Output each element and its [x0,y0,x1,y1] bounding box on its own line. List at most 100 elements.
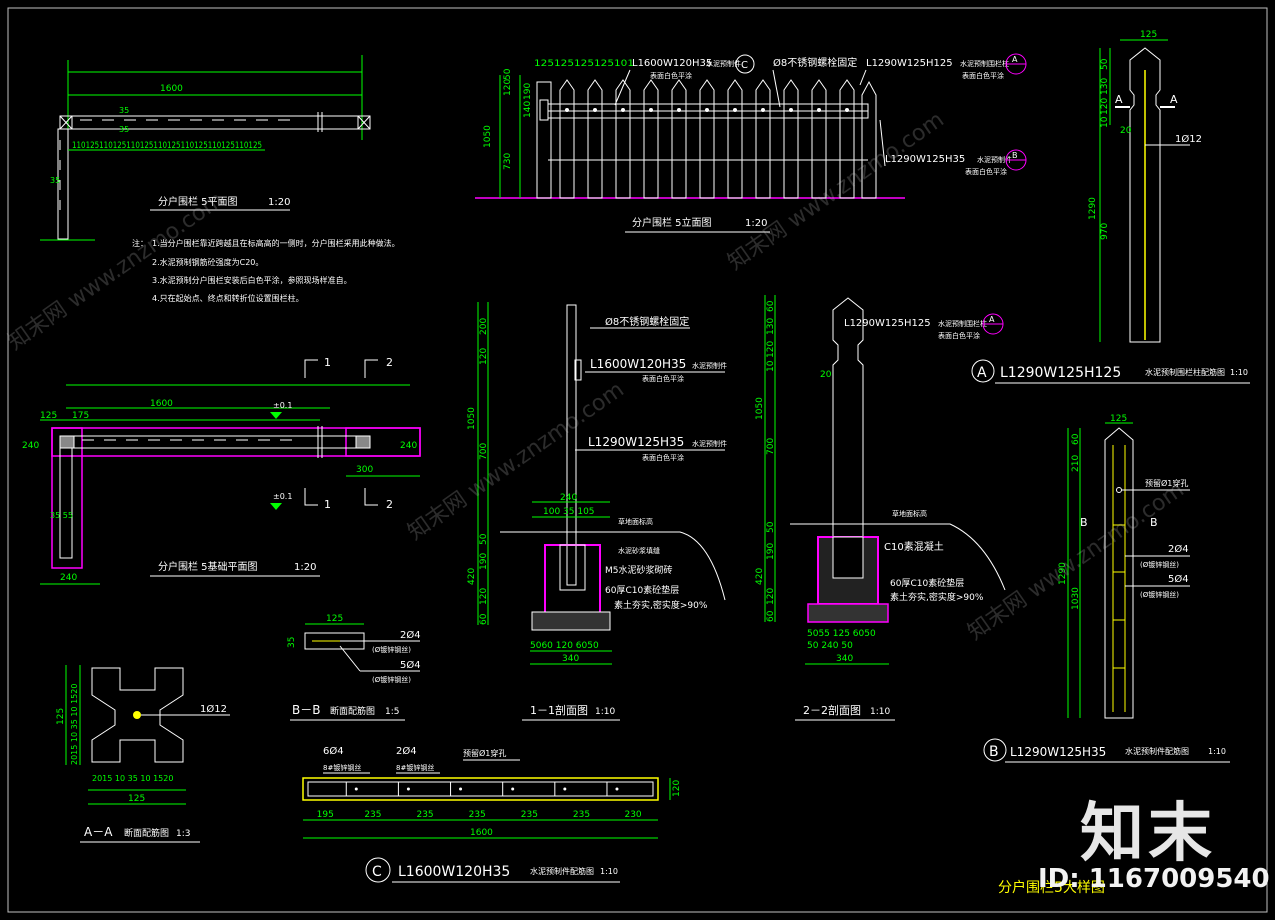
aa-dim-125-left: 125 [56,708,66,725]
fp-sec1-top: 1 [324,356,331,369]
post-dim-50: 50 [1100,58,1110,70]
elev-dim-50: 50 [503,68,513,80]
elev-dim-190: 190 [523,83,533,100]
s1-dim-190: 190 [479,553,489,570]
s1-dim-120: 120 [479,348,489,365]
elev-callout-rail-circle: C [741,60,748,71]
rail-hole-dot [354,787,358,791]
aa-title-sub: 断面配筋图 [124,827,169,839]
picket-rebar2-sub: (Ø镀锌钢丝) [1140,590,1179,599]
rail-hole-dot [615,787,619,791]
post-dim-1290: 1290 [1088,197,1098,220]
s2-dim-50: 50 [766,521,776,533]
s2-post-sub: 水泥预制围栏柱 [938,319,987,328]
rail-dim-1600: 1600 [470,828,493,838]
post-scale: 1:10 [1230,368,1248,377]
elev-dim-140: 140 [523,101,533,118]
elev-callout-rail: L1600W120H35 [632,58,712,69]
s2-dim-10: 10 [766,360,776,372]
fp-level-a: ±0.1 [273,401,292,410]
rail-scale: 1:10 [600,867,618,876]
rail-title-sub: 水泥预制件配筋图 [530,866,594,876]
post-dim-20: 20 [1120,126,1132,136]
fp-dim-300: 300 [356,465,373,475]
picket-rebar1: 2Ø4 [1168,543,1189,555]
note-1: 1.当分户围栏靠近跨越且在标高高的一侧时，分户围栏采用此种做法。 [152,238,400,248]
s2-post-circle: A [989,315,995,324]
bb-title: B－B [292,703,320,717]
plan-scale: 1:20 [268,197,290,208]
watermark-id: ID: 1167009540 [1038,864,1270,894]
rail-segment-dim: 235 [469,810,486,820]
picket-rebar2: 5Ø4 [1168,573,1189,585]
fp-dim-175: 175 [72,411,89,421]
s2-dim-700: 700 [766,438,776,455]
post-title-circle: A [977,365,987,381]
rail-label-2d4: 2Ø4 [396,745,417,757]
rail-title: L1600W120H35 [398,864,510,880]
s2-dim-20: 20 [820,370,832,380]
s1-dim-120b: 120 [479,588,489,605]
rail-label-6d4: 6Ø4 [323,745,344,757]
s2-dim-60: 60 [766,300,776,312]
s1-scale: 1:10 [595,707,615,717]
s1-dim-340: 340 [562,654,579,664]
s2-dim-130: 130 [766,318,776,335]
bb-rebar1: 2Ø4 [400,629,421,641]
post-title: L1290W125H125 [1000,365,1121,381]
note-3: 3.水泥预制分户围栏安装后白色平涂，参照现场样准自。 [152,275,352,285]
post-sec-a-left: A [1115,93,1123,106]
rail-hole-dot [406,787,410,791]
elev-callout-bolt: Ø8不锈钢螺栓固定 [773,56,857,69]
elev-callout-post-note: 表面白色平涂 [962,71,1004,80]
aa-left-dims: 2015 10 35 10 1520 [70,684,79,765]
rail-segment-dim: 235 [573,810,590,820]
s2-soil: 素土夯实,密实度>90% [890,591,984,603]
bb-dim-125: 125 [326,614,343,624]
s1-dim-60: 60 [479,613,489,625]
rail-dim-120: 120 [672,780,682,797]
s1-dim-420: 420 [467,568,477,585]
fp-dim-125: 125 [40,411,57,421]
bb-dim-35: 35 [287,637,297,648]
elev-dim-730: 730 [503,153,513,170]
s2-scale: 1:10 [870,707,890,717]
aa-rebar: 1Ø12 [200,703,227,715]
fp-scale: 1:20 [294,562,316,573]
s2-dim-420: 420 [755,568,765,585]
picket-scale: 1:10 [1208,747,1226,756]
s1-dim-200: 200 [479,318,489,335]
s2-concrete: C10素混凝土 [884,540,944,553]
note-2: 2.水泥预制钢筋砼强度为C20。 [152,257,263,267]
elev-callout-post-sub: 水泥预制围栏柱 [960,59,1009,68]
fp-dim-35-55: 35 55 [50,511,73,520]
picket-title: L1290W125H35 [1010,745,1106,759]
post-dim-970: 970 [1100,223,1110,240]
bb-title-sub: 断面配筋图 [330,705,375,717]
s1-picket-sub: 水泥预制件 [692,439,727,448]
s1-soil: 素土夯实,密实度>90% [614,599,708,611]
bb-rebar2-sub: (Ø镀锌钢丝) [372,675,411,684]
elev-title: 分户围栏 5立面图 [632,216,712,229]
s1-dim-240: 240 [560,493,577,503]
s1-dim-50: 50 [479,533,489,545]
post-dim-10: 10 [1100,116,1110,128]
elev-dim-120: 120 [503,79,513,96]
s1-dim-1050: 1050 [467,407,477,430]
picket-title-circle: B [989,744,999,760]
s2-dims-row1: 5055 125 6050 [807,629,876,639]
post-dim-130: 130 [1100,78,1110,95]
elev-callout-picket-note: 表面白色平涂 [965,167,1007,176]
picket-dim-60: 60 [1071,433,1081,445]
s1-picket-note: 表面白色平涂 [642,453,684,462]
s1-rail-sub: 水泥预制件 [692,361,727,370]
picket-rebar1-sub: (Ø镀锌钢丝) [1140,560,1179,569]
fp-dim-240b: 240 [400,441,417,451]
s1-title: 1－1剖面图 [530,703,588,717]
rail-hole-dot [459,787,463,791]
aa-scale: 1:3 [176,829,190,839]
fp-dim-240a: 240 [22,441,39,451]
fp-title: 分户围栏 5基础平面图 [158,560,258,573]
s2-dim-120b: 120 [766,588,776,605]
post-title-sub: 水泥预制围栏柱配筋图 [1145,367,1225,377]
